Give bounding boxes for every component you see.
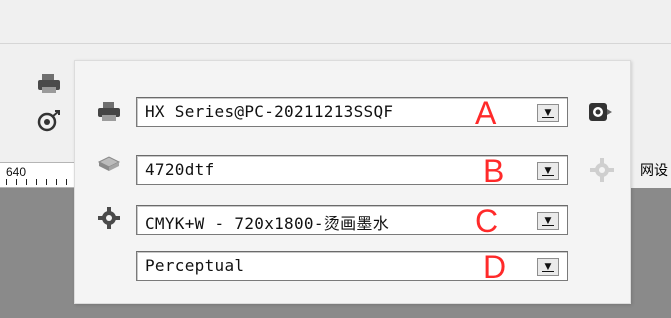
camera-icon[interactable] [587,99,613,125]
gear-icon [97,207,121,229]
ruler-label: 640 [6,165,27,179]
top-toolbar [0,0,671,44]
printer-select[interactable]: HX Series@PC-20211213SSQF ▼ [136,97,568,127]
ruler-ticks [6,179,76,185]
marker-b: B [483,153,505,189]
rendering-intent-value: Perceptual [145,256,245,275]
ruler: 640 [0,162,80,188]
ink-profile-arrow[interactable]: ▼ [537,212,559,230]
target-icon[interactable] [36,108,62,132]
media-icon [97,153,121,175]
marker-c: C [475,203,499,239]
printer-icon [97,101,121,123]
printer-select-arrow[interactable]: ▼ [537,104,559,122]
marker-d: D [483,249,507,285]
ink-profile-select[interactable]: CMYK+W - 720x1800-烫画墨水 ▼ [136,205,568,235]
marker-a: A [475,95,497,131]
printer-tool-icon[interactable] [36,72,62,96]
printer-settings-panel: HX Series@PC-20211213SSQF ▼ A 4720dtf ▼ … [74,60,631,304]
side-text: 网设 [640,162,668,178]
media-select-arrow[interactable]: ▼ [537,162,559,180]
gear-icon-disabled [589,157,615,183]
media-select-value: 4720dtf [145,160,215,179]
ink-profile-value: CMYK+W - 720x1800-烫画墨水 [145,214,389,233]
rendering-intent-arrow[interactable]: ▼ [537,258,559,276]
printer-select-value: HX Series@PC-20211213SSQF [145,102,394,121]
